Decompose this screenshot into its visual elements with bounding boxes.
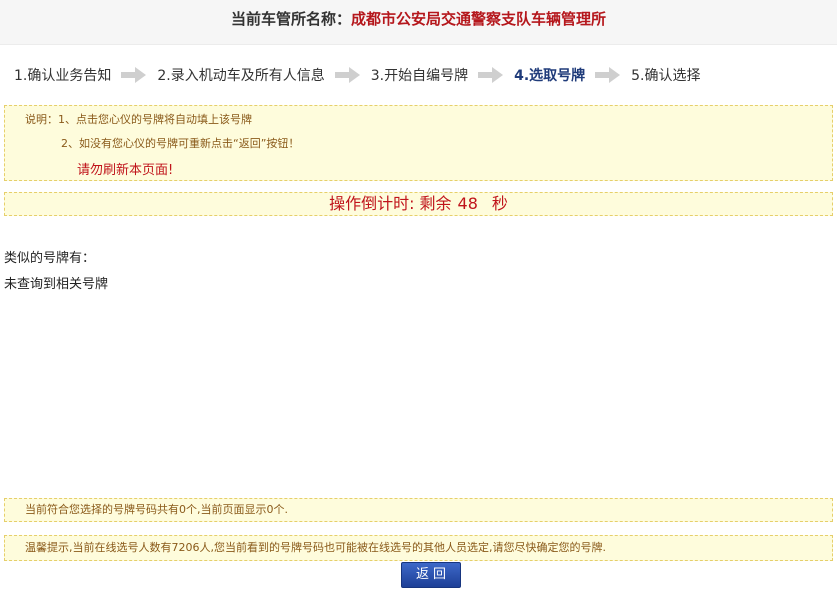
step-select-plate: 4.选取号牌 — [514, 68, 586, 84]
similar-plates-label: 类似的号牌有： — [4, 251, 96, 266]
office-label: 当前车管所名称： — [230, 10, 351, 28]
no-results-message: 未查询到相关号牌 — [4, 277, 109, 292]
instruction-line-1: 说明：1、点击您心仪的号牌将自动填上该号牌 — [25, 113, 252, 126]
arrow-right-icon — [595, 66, 621, 84]
instruction-line-2: 2、如没有您心仪的号牌可重新点击“返回”按钮！ — [61, 137, 300, 150]
arrow-right-icon — [334, 66, 361, 84]
step-start-custom-plate: 3.开始自编号牌 — [370, 68, 469, 84]
progress-steps: 1.确认业务告知 2.录入机动车及所有人信息 3.开始自编号牌 4.选取号牌 5… — [14, 62, 701, 88]
countdown-prefix: 操作倒计时: 剩余 — [329, 194, 452, 213]
online-users-tip: 温馨提示,当前在线选号人数有7206人,您当前看到的号牌号码也可能被在线选号的其… — [4, 535, 833, 561]
instructions-box: 说明：1、点击您心仪的号牌将自动填上该号牌 2、如没有您心仪的号牌可重新点击“返… — [4, 105, 833, 181]
office-name: 成都市公安局交通警察支队车辆管理所 — [351, 10, 607, 28]
back-button[interactable]: 返回 — [401, 562, 461, 588]
countdown-seconds: 48 — [457, 194, 478, 213]
arrow-right-icon — [478, 66, 504, 84]
step-confirm-selection: 5.确认选择 — [631, 68, 701, 84]
step-confirm-notice: 1.确认业务告知 — [14, 68, 112, 84]
arrow-right-icon — [121, 66, 147, 84]
refresh-warning: 请勿刷新本页面! — [77, 163, 174, 178]
results-summary: 当前符合您选择的号牌号码共有0个,当前页面显示0个. — [4, 498, 833, 522]
countdown-box: 操作倒计时: 剩余 48 秒 — [4, 192, 833, 216]
step-enter-vehicle-info: 2.录入机动车及所有人信息 — [157, 68, 325, 84]
countdown-suffix: 秒 — [491, 194, 508, 213]
header-bar: 当前车管所名称：成都市公安局交通警察支队车辆管理所 — [0, 0, 837, 45]
